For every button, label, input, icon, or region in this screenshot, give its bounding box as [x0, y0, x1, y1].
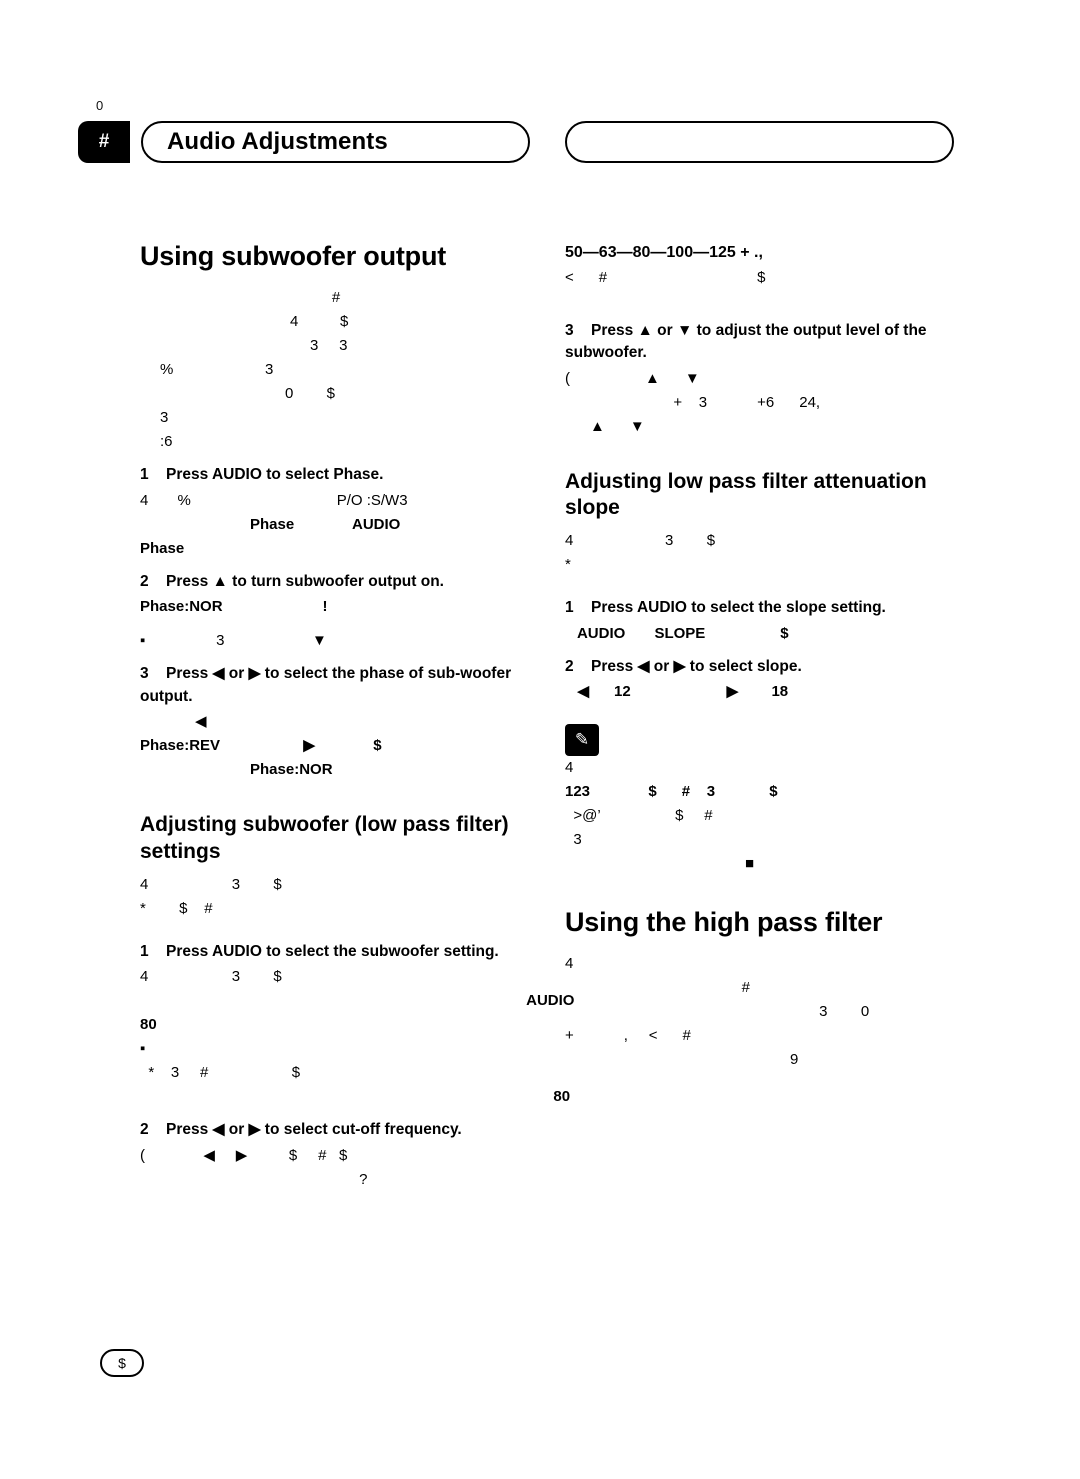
step-1-subwoofer: 1 Press AUDIO to select Phase.	[140, 464, 532, 486]
lowpass-step-1-line-2: AUDIO	[385, 992, 575, 1010]
frequency-note-line: < # $	[565, 268, 766, 286]
lowpass-step-2-line-2: ?	[280, 1170, 368, 1188]
step-3-text: Press ◀ or ▶ to select the phase of sub-…	[140, 665, 512, 705]
step-1-number: 1	[140, 466, 149, 484]
highpass-line-4: + , < #	[565, 1027, 691, 1045]
step-3-number: 3	[140, 665, 149, 683]
lowpass-step-1-line-4: ▪	[140, 1040, 146, 1058]
lowpass-step-1-text: Press AUDIO to select the subwoofer sett…	[166, 942, 499, 960]
highpass-line-5: 9	[715, 1051, 799, 1069]
intro-line-4: % 3	[160, 361, 274, 379]
lowpass-step-1-line-1: 4 3 $	[140, 968, 282, 986]
page-number: 0	[96, 98, 104, 113]
slope-line-2: *	[565, 556, 571, 574]
note-line-1: 4	[565, 758, 574, 776]
note-line-4: 3	[565, 830, 582, 848]
header-title-bar: Audio Adjustments	[141, 121, 530, 163]
header-secondary-bar	[565, 121, 954, 163]
lowpass-line-1: 4 3 $	[140, 875, 282, 893]
intro-line-7: :6	[160, 433, 173, 451]
bottom-page-marker: $	[100, 1349, 144, 1377]
highpass-line-3: 3 0	[715, 1003, 870, 1021]
lowpass-step-2-line-1: ( ◀ ▶ $ # $	[140, 1146, 348, 1164]
slope-line-1: 4 3 $	[565, 532, 716, 550]
step-1-line-3: Phase	[140, 539, 185, 557]
output-level-step-3: 3 Press ▲ or ▼ to adjust the output level…	[565, 320, 957, 365]
lowpass-step-1-line-5: * 3 # $	[140, 1064, 301, 1082]
step-2-line-1: Phase:NOR !	[140, 598, 328, 616]
right-column: 50—63—80—100—125 + ., < # $ 3 Press ▲ or …	[565, 240, 957, 1072]
intro-line-6: 3	[160, 409, 169, 427]
page-title: Audio Adjustments	[167, 128, 388, 155]
slope-step-2-number: 2	[565, 657, 574, 675]
step-2-subwoofer: 2 Press ▲ to turn subwoofer output on.	[140, 571, 532, 593]
intro-line-5: 0 $	[285, 385, 336, 403]
slope-step-2-line-1: ◀ 12 ▶ 18	[565, 682, 789, 700]
step-1-text: Press AUDIO to select Phase.	[166, 466, 384, 484]
intro-line-2: 4 $	[290, 313, 349, 331]
lowpass-step-2-text: Press ◀ or ▶ to select cut-off frequency…	[166, 1121, 462, 1139]
header-tab-marker: #	[78, 121, 130, 163]
slope-step-1-text: Press AUDIO to select the slope setting.	[591, 599, 886, 617]
output-level-step-3-number: 3	[565, 321, 574, 339]
intro-line-1: #	[331, 289, 341, 307]
output-level-step-3-text: Press ▲ or ▼ to adjust the output level …	[565, 321, 927, 362]
lowpass-step-1-line-3: 80	[140, 1016, 157, 1034]
section-heading-subwoofer: Using subwoofer output	[140, 241, 447, 271]
step-1-line-1: 4 % P/O :S/W3	[140, 491, 408, 509]
output-level-line-1: ( ▲ ▼	[565, 369, 700, 387]
note-end-symbol: ■	[745, 854, 755, 872]
lowpass-step-1: 1 Press AUDIO to select the subwoofer set…	[140, 941, 532, 963]
highpass-line-2: #	[675, 979, 751, 997]
section-heading-lowpass: Adjusting subwoofer (low pass filter) se…	[140, 813, 509, 863]
lowpass-step-1-line-6: 80	[395, 1088, 571, 1106]
section-heading-slope: Adjusting low pass filter attenuation sl…	[565, 469, 927, 519]
section-heading-highpass: Using the high pass filter	[565, 906, 883, 937]
output-level-line-3: ▲ ▼	[565, 417, 645, 435]
note-pencil-icon: ✎	[565, 723, 599, 756]
step-3-line-2: Phase:REV ▶ $	[140, 737, 382, 755]
left-column: Using subwoofer output # 4 $ 3 3 % 3 0 $…	[140, 240, 575, 1192]
step-1-line-2: Phase AUDIO	[250, 515, 401, 533]
note-line-2: 123 $ # 3 $	[565, 780, 957, 804]
frequency-list: 50—63—80—100—125 + .,	[565, 244, 763, 261]
note-line-2-prefix: 123 $ # 3 $	[565, 782, 778, 800]
slope-step-1-number: 1	[565, 599, 574, 617]
lowpass-step-2-number: 2	[140, 1121, 149, 1139]
slope-step-1-line-1: AUDIO SLOPE $	[565, 624, 789, 642]
step-3-subwoofer: 3 Press ◀ or ▶ to select the phase of sub…	[140, 663, 532, 708]
step-2-line-2: ▪ 3 ▼	[140, 632, 327, 650]
lowpass-step-2: 2 Press ◀ or ▶ to select cut-off frequenc…	[140, 1119, 532, 1141]
note-line-3: >@’ $ #	[565, 806, 713, 824]
output-level-line-2: + 3 +6 24,	[565, 393, 821, 411]
slope-step-1: 1 Press AUDIO to select the slope setting…	[565, 597, 957, 619]
highpass-line-1: 4	[565, 955, 574, 973]
slope-step-2-text: Press ◀ or ▶ to select slope.	[591, 657, 802, 675]
slope-step-2: 2 Press ◀ or ▶ to select slope.	[565, 656, 957, 678]
document-page: 0 # Audio Adjustments Using subwoofer ou…	[0, 0, 1080, 1479]
step-3-line-3: Phase:NOR	[250, 761, 333, 779]
step-3-line-1: ◀	[195, 713, 207, 731]
step-2-number: 2	[140, 572, 149, 590]
intro-line-3: 3 3	[310, 337, 348, 355]
lowpass-line-2: * $ #	[140, 899, 213, 917]
step-2-text: Press ▲ to turn subwoofer output on.	[166, 572, 444, 590]
lowpass-step-1-number: 1	[140, 942, 149, 960]
